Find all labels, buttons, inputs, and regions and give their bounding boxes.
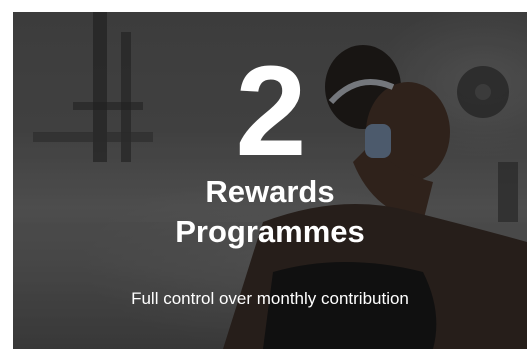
hero-subtitle: Full control over monthly contribution [131, 289, 409, 308]
hero-title: Rewards Programmes [175, 174, 365, 249]
hero-content: 2 Rewards Programmes Full control over m… [13, 12, 527, 349]
hero-number: 2 [235, 40, 306, 183]
rewards-card: 2 Rewards Programmes Full control over m… [13, 12, 527, 349]
